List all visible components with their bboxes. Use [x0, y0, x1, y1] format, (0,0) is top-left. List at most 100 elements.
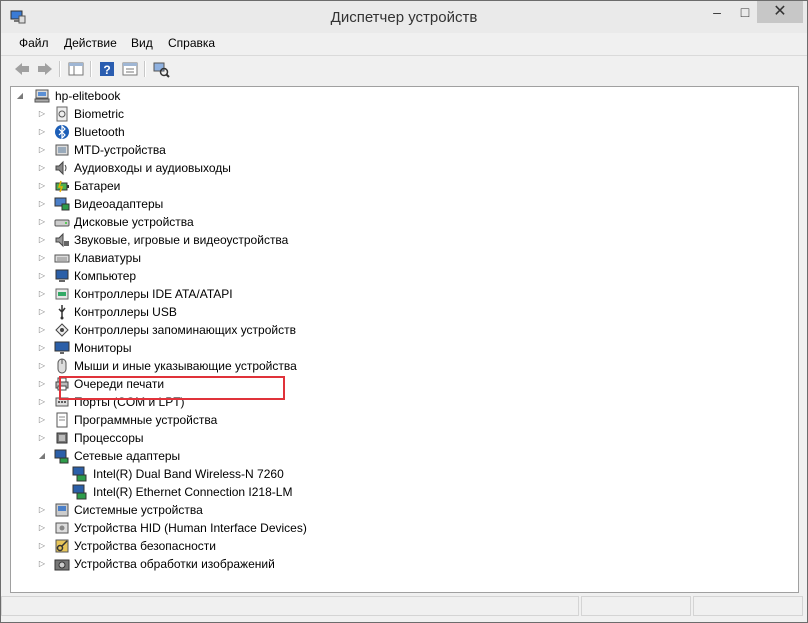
speaker-icon	[55, 160, 67, 176]
expand-arrow-icon[interactable]: ▷	[37, 195, 47, 213]
tree-node-label: Устройства HID (Human Interface Devices)	[74, 521, 307, 535]
close-button[interactable]: ✕	[757, 1, 803, 23]
expand-arrow-icon[interactable]: ▷	[37, 375, 47, 393]
tree-node[interactable]: ▷ Компьютер	[11, 267, 411, 285]
keyboard-icon	[54, 254, 70, 263]
tree-node-label: Батареи	[74, 179, 121, 193]
network-adapter-icon	[72, 484, 87, 500]
tree-node[interactable]: ▷ Батареи	[11, 177, 411, 195]
tree-child-label: Intel(R) Dual Band Wireless-N 7260	[93, 467, 284, 481]
tree-node[interactable]: ▷ Мыши и иные указывающие устройства	[11, 357, 411, 375]
tree-child-node[interactable]: Intel(R) Dual Band Wireless-N 7260	[11, 465, 411, 483]
expand-arrow-icon[interactable]: ▷	[37, 123, 47, 141]
tree-node-label: MTD-устройства	[74, 143, 166, 157]
computer-icon	[34, 89, 50, 103]
tree-node[interactable]: ▷ Контроллеры запоминающих устройств	[11, 321, 411, 339]
tree-root[interactable]: ◢ hp-elitebook	[11, 87, 311, 105]
menu-help[interactable]: Справка	[168, 36, 215, 50]
tree-node[interactable]: ▷ Процессоры	[11, 429, 411, 447]
menu-action[interactable]: Действие	[64, 36, 117, 50]
expand-arrow-icon[interactable]: ▷	[37, 285, 47, 303]
expand-arrow-icon[interactable]: ▷	[37, 339, 47, 357]
tree-node-label: Программные устройства	[74, 413, 218, 427]
computer-icon	[55, 269, 69, 282]
processor-icon	[56, 432, 68, 444]
sound-icon	[55, 232, 69, 248]
expand-arrow-icon[interactable]: ▷	[37, 537, 47, 555]
expand-arrow-icon[interactable]: ▷	[37, 501, 47, 519]
status-bar	[1, 593, 807, 622]
battery-icon	[55, 180, 69, 193]
tree-node-label: Дисковые устройства	[74, 215, 194, 229]
tree-node[interactable]: ▷ Устройства безопасности	[11, 537, 411, 555]
tree-node-label: Сетевые адаптеры	[74, 449, 181, 463]
expand-arrow-icon[interactable]: ▷	[37, 429, 47, 447]
expand-arrow-icon[interactable]: ▷	[37, 393, 47, 411]
expand-arrow-icon[interactable]: ▷	[37, 357, 47, 375]
expand-arrow-icon[interactable]: ▷	[37, 105, 47, 123]
tree-node[interactable]: ▷ Звуковые, игровые и видеоустройства	[11, 231, 411, 249]
forward-arrow-icon[interactable]	[36, 60, 54, 78]
minimize-button[interactable]: –	[703, 1, 731, 23]
network-adapter-icon	[72, 466, 87, 482]
expand-arrow-icon[interactable]: ▷	[37, 519, 47, 537]
tree-child-label: Intel(R) Ethernet Connection I218-LM	[93, 485, 293, 499]
expand-arrow-icon[interactable]: ▷	[37, 159, 47, 177]
properties-icon[interactable]	[121, 60, 139, 78]
expand-arrow-icon[interactable]: ▷	[37, 249, 47, 267]
tree-node-label: Biometric	[74, 107, 125, 121]
tree-node[interactable]: ◢ Сетевые адаптеры	[11, 447, 411, 465]
menu-file[interactable]: Файл	[19, 36, 49, 50]
tree-node[interactable]: ▷ Дисковые устройства	[11, 213, 411, 231]
expand-arrow-icon[interactable]: ▷	[37, 213, 47, 231]
tree-node-label: Звуковые, игровые и видеоустройства	[74, 233, 289, 247]
expand-arrow-icon[interactable]: ▷	[37, 555, 47, 573]
expand-arrow-icon[interactable]: ▷	[37, 267, 47, 285]
tree-node-label: Видеоадаптеры	[74, 197, 164, 211]
tree-node[interactable]: ▷ Мониторы	[11, 339, 411, 357]
expand-arrow-icon[interactable]: ▷	[37, 141, 47, 159]
tree-node[interactable]: ▷ Видеоадаптеры	[11, 195, 411, 213]
collapse-arrow-icon[interactable]: ◢	[15, 87, 25, 105]
expand-arrow-icon[interactable]: ▷	[37, 303, 47, 321]
tree-node[interactable]: ▷ Контроллеры IDE ATA/ATAPI	[11, 285, 411, 303]
svg-text:?: ?	[103, 63, 110, 77]
scan-hardware-icon[interactable]	[152, 60, 170, 78]
status-pane-main	[1, 596, 579, 616]
device-tree[interactable]: ◢ hp-elitebook ▷ Biometric ▷ Bluetooth ▷ MTD-…	[10, 86, 799, 593]
title-bar[interactable]: Диспетчер устройств – □ ✕	[1, 1, 807, 33]
monitor-icon	[54, 341, 70, 354]
help-icon[interactable]: ?	[98, 60, 116, 78]
tree-node-label: Мониторы	[74, 341, 132, 355]
expand-arrow-icon[interactable]: ▷	[37, 231, 47, 249]
menu-view[interactable]: Вид	[131, 36, 153, 50]
collapse-arrow-icon[interactable]: ◢	[37, 447, 47, 465]
tree-node[interactable]: ▷ Аудиовходы и аудиовыходы	[11, 159, 411, 177]
tree-node[interactable]: ▷ Устройства HID (Human Interface Devices…	[11, 519, 411, 537]
expand-arrow-icon[interactable]: ▷	[37, 321, 47, 339]
tree-node[interactable]: ▷ Устройства обработки изображений	[11, 555, 411, 573]
disk-icon	[54, 219, 70, 227]
tree-node-label: Процессоры	[74, 431, 144, 445]
tree-node[interactable]: ▷ Biometric	[11, 105, 411, 123]
expand-arrow-icon[interactable]: ▷	[37, 177, 47, 195]
tree-node-label: Клавиатуры	[74, 251, 141, 265]
tree-node-label: Контроллеры USB	[74, 305, 177, 319]
tree-node-label: Аудиовходы и аудиовыходы	[74, 161, 231, 175]
maximize-button[interactable]: □	[731, 1, 759, 23]
tree-node-label: Контроллеры IDE ATA/ATAPI	[74, 287, 233, 301]
expand-arrow-icon[interactable]: ▷	[37, 411, 47, 429]
back-arrow-icon[interactable]	[13, 60, 31, 78]
show-hide-console-tree-icon[interactable]	[67, 60, 85, 78]
tree-node[interactable]: ▷ Bluetooth	[11, 123, 411, 141]
tree-node[interactable]: ▷ MTD-устройства	[11, 141, 411, 159]
selection-highlight-box	[59, 376, 285, 400]
tree-node[interactable]: ▷ Клавиатуры	[11, 249, 411, 267]
tree-child-node[interactable]: Intel(R) Ethernet Connection I218-LM	[11, 483, 411, 501]
tree-node[interactable]: ▷ Программные устройства	[11, 411, 411, 429]
tree-node[interactable]: ▷ Контроллеры USB	[11, 303, 411, 321]
software-device-icon	[56, 412, 68, 428]
tree-node[interactable]: ▷ Системные устройства	[11, 501, 411, 519]
ide-icon	[55, 288, 69, 300]
toolbar: ?	[1, 55, 807, 84]
